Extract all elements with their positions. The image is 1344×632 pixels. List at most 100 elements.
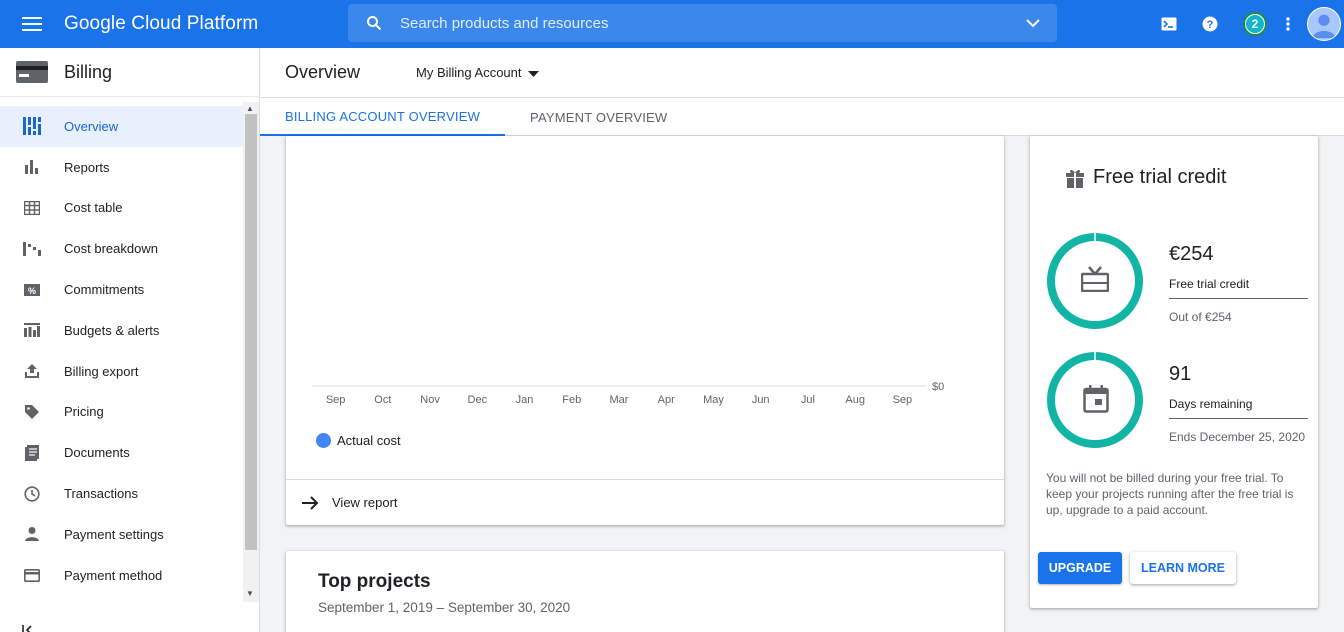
- x-tick-label: Oct: [374, 394, 391, 406]
- percent-icon: %: [0, 283, 64, 296]
- billing-account-selector[interactable]: My Billing Account: [416, 65, 539, 80]
- sidebar-item-reports[interactable]: Reports: [0, 147, 243, 188]
- person-icon: [0, 527, 64, 542]
- tag-icon: [0, 404, 64, 419]
- upgrade-button[interactable]: UPGRADE: [1038, 552, 1122, 584]
- sidebar-item-label: Overview: [64, 118, 119, 134]
- x-tick-label: May: [703, 394, 724, 406]
- credit-total: Out of €254: [1169, 310, 1232, 324]
- sidebar-item-label: Billing export: [64, 363, 139, 379]
- top-projects-card: Top projects September 1, 2019 – Septemb…: [286, 551, 1004, 632]
- notifications-badge[interactable]: 2: [1243, 12, 1267, 36]
- view-report-label: View report: [332, 495, 398, 510]
- scroll-down-arrow-icon[interactable]: ▼: [246, 589, 254, 598]
- chevron-down-icon[interactable]: [1009, 18, 1057, 28]
- y-tick-label: $0: [932, 381, 944, 393]
- content-header: Overview My Billing Account: [260, 48, 1344, 98]
- credit-amount: €254: [1169, 243, 1214, 265]
- cost-chart-card: Sep Oct Nov Dec Jan Feb Mar Apr May Jun Jul Aug Sep $…: [286, 136, 1004, 525]
- svg-text:?: ?: [1207, 19, 1214, 31]
- x-tick-label: Mar: [610, 394, 629, 406]
- help-icon[interactable]: ?: [1189, 16, 1231, 32]
- free-trial-title: Free trial credit: [1093, 166, 1227, 188]
- legend-label-actual-cost: Actual cost: [337, 433, 401, 448]
- svg-text:%: %: [28, 286, 36, 296]
- learn-more-button[interactable]: LEARN MORE: [1130, 552, 1236, 584]
- sidebar-header: Billing: [0, 48, 259, 97]
- days-remaining-count: 91: [1169, 363, 1192, 385]
- cloud-shell-icon[interactable]: [1149, 17, 1189, 31]
- top-projects-title: Top projects: [318, 571, 431, 592]
- search-input[interactable]: Search products and resources: [400, 15, 1009, 32]
- sidebar-item-transactions[interactable]: Transactions: [0, 473, 243, 514]
- x-tick-label: Sep: [893, 394, 913, 406]
- free-trial-header: Free trial credit: [1065, 166, 1226, 189]
- tab-bar: BILLING ACCOUNT OVERVIEW PAYMENT OVERVIE…: [260, 98, 1344, 136]
- menu-icon[interactable]: [0, 0, 64, 48]
- credit-label: Free trial credit: [1169, 277, 1308, 299]
- sidebar-item-label: Pricing: [64, 404, 104, 420]
- voucher-icon: [1080, 266, 1110, 297]
- sidebar-item-label: Commitments: [64, 282, 145, 298]
- x-tick-label: Jun: [752, 394, 770, 406]
- sidebar-item-commitments[interactable]: % Commitments: [0, 269, 243, 310]
- sidebar-item-label: Payment settings: [64, 526, 164, 542]
- chart-legend: Actual cost: [316, 433, 401, 448]
- sidebar-item-label: Cost table: [64, 200, 123, 216]
- free-trial-card: Free trial credit €254 Free trial credit…: [1030, 136, 1318, 608]
- days-stat: 91 Days remaining Ends December 25, 2020: [1169, 363, 1308, 444]
- credit-card-icon: [0, 568, 64, 582]
- sidebar-item-cost-breakdown[interactable]: Cost breakdown: [0, 228, 243, 269]
- x-tick-label: Dec: [468, 394, 488, 406]
- tab-payment-overview[interactable]: PAYMENT OVERVIEW: [505, 98, 692, 136]
- brand-title[interactable]: Google Cloud Platform: [64, 13, 348, 35]
- top-projects-date-range: September 1, 2019 – September 30, 2020: [318, 600, 571, 615]
- collapse-sidebar-icon[interactable]: [22, 622, 36, 632]
- billing-account-name: My Billing Account: [416, 65, 522, 80]
- sidebar-scrollbar-thumb[interactable]: [245, 114, 257, 550]
- clock-icon: [0, 485, 64, 502]
- sidebar-item-label: Reports: [64, 159, 110, 175]
- credit-stat: €254 Free trial credit Out of €254: [1169, 243, 1308, 324]
- sidebar-title: Billing: [64, 61, 113, 82]
- calendar-icon: [1083, 385, 1109, 418]
- bar-chart-icon: [0, 160, 64, 175]
- sidebar-item-payment-settings[interactable]: Payment settings: [0, 514, 243, 555]
- table-icon: [0, 200, 64, 215]
- upload-icon: [0, 364, 64, 379]
- days-remaining-label: Days remaining: [1169, 397, 1308, 419]
- x-tick-label: Jul: [801, 394, 815, 406]
- x-tick-label: Apr: [658, 394, 675, 406]
- caret-down-icon: [527, 65, 539, 80]
- document-icon: [0, 444, 64, 461]
- sidebar-item-label: Payment method: [64, 567, 163, 583]
- waterfall-icon: [0, 241, 64, 256]
- legend-swatch-actual-cost: [316, 433, 331, 448]
- trial-end-date: Ends December 25, 2020: [1169, 430, 1306, 444]
- sidebar-item-payment-method[interactable]: Payment method: [0, 555, 243, 596]
- sidebar-item-documents[interactable]: Documents: [0, 432, 243, 473]
- gift-icon: [1065, 168, 1085, 188]
- sidebar-item-cost-table[interactable]: Cost table: [0, 188, 243, 229]
- sidebar-item-budgets-alerts[interactable]: Budgets & alerts: [0, 310, 243, 351]
- sidebar-item-overview[interactable]: Overview: [0, 106, 243, 147]
- dashboard-icon: [0, 117, 64, 136]
- x-tick-label: Sep: [326, 394, 346, 406]
- search-bar[interactable]: Search products and resources: [348, 4, 1057, 42]
- sidebar-item-pricing[interactable]: Pricing: [0, 392, 243, 433]
- x-tick-label: Feb: [562, 394, 581, 406]
- scroll-up-arrow-icon[interactable]: ▲: [246, 104, 254, 113]
- sidebar-item-label: Budgets & alerts: [64, 322, 160, 338]
- sidebar: Billing Overview Reports Cost table Cost…: [0, 48, 260, 632]
- billing-icon: [0, 61, 64, 83]
- more-vert-icon[interactable]: [1279, 17, 1297, 31]
- x-tick-label: Jan: [516, 394, 534, 406]
- tab-billing-account-overview[interactable]: BILLING ACCOUNT OVERVIEW: [260, 98, 506, 136]
- sidebar-nav: Overview Reports Cost table Cost breakdo…: [0, 106, 243, 596]
- account-avatar[interactable]: [1307, 7, 1341, 41]
- x-tick-label: Nov: [420, 394, 440, 406]
- view-report-link[interactable]: View report: [286, 479, 1004, 525]
- budget-icon: [0, 323, 64, 338]
- sidebar-item-billing-export[interactable]: Billing export: [0, 351, 243, 392]
- cost-chart: Sep Oct Nov Dec Jan Feb Mar Apr May Jun Jul Aug Sep $…: [312, 381, 944, 406]
